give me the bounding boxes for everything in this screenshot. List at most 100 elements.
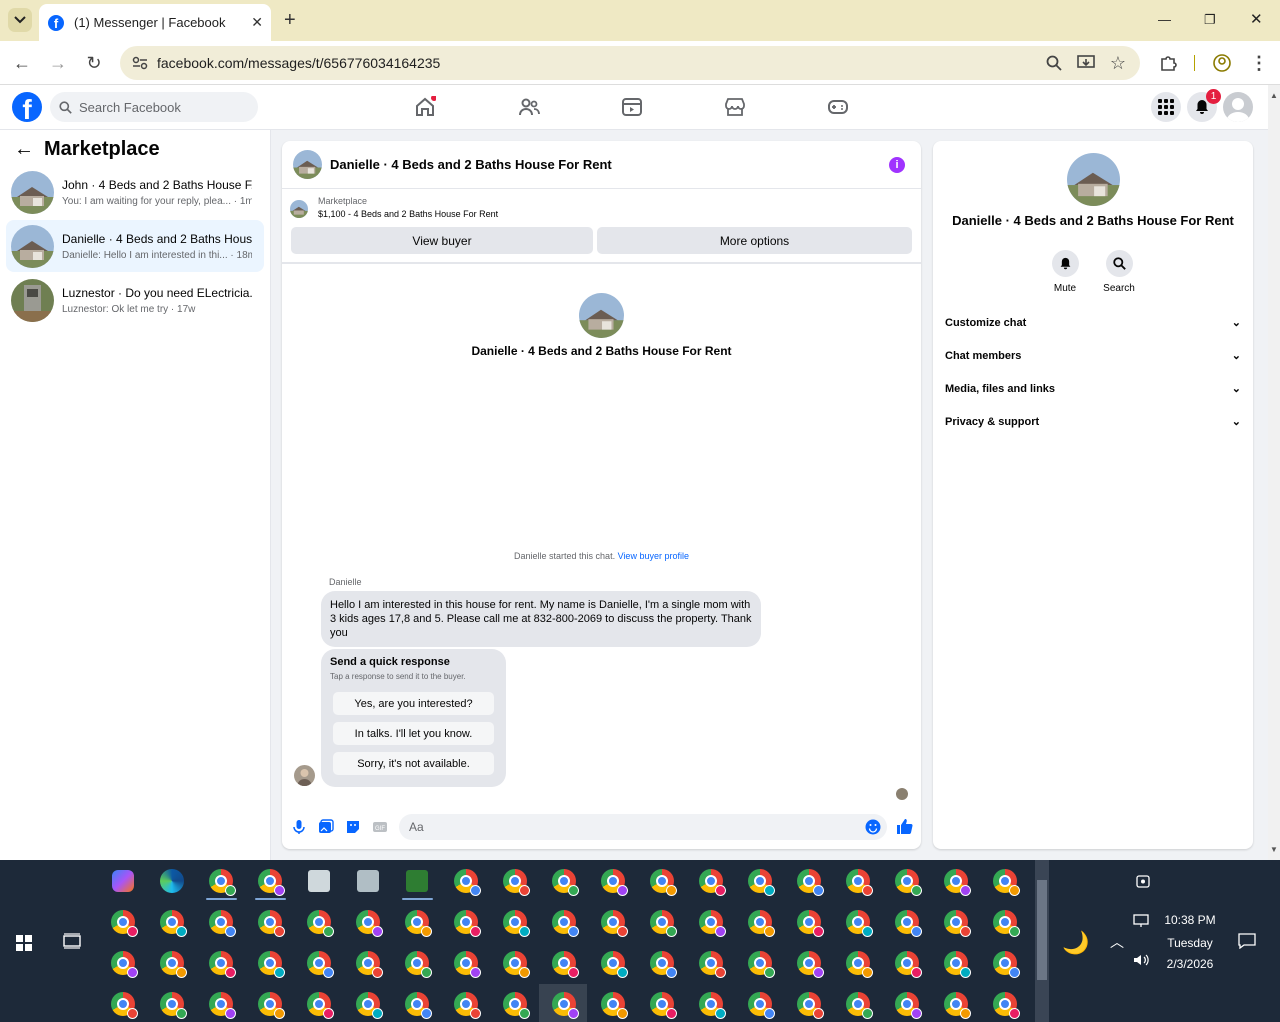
install-app-icon[interactable] <box>1076 53 1096 73</box>
chrome-profile-icon[interactable] <box>498 864 532 898</box>
show-hidden-icons-chevron[interactable]: ︿ <box>1110 932 1124 952</box>
notification-center-icon[interactable] <box>1238 933 1256 949</box>
emoji-icon[interactable] <box>865 819 881 835</box>
chrome-profile-icon[interactable] <box>351 987 385 1021</box>
conversation-item[interactable]: Luznestor · Do you need ELectricia... Luz… <box>6 274 264 326</box>
taskbar-scrollbar[interactable] <box>1035 860 1049 1022</box>
chrome-profile-icon[interactable] <box>155 987 189 1021</box>
chrome-profile-icon[interactable] <box>890 905 924 939</box>
chrome-profile-icon[interactable] <box>694 987 728 1021</box>
message-input[interactable]: Aa <box>399 814 887 840</box>
chrome-profile-icon[interactable] <box>596 987 630 1021</box>
new-tab-button[interactable]: + <box>284 9 296 32</box>
chrome-profile-icon[interactable] <box>939 905 973 939</box>
facebook-logo-icon[interactable]: f <box>12 92 42 122</box>
chrome-profile-icon[interactable] <box>204 864 238 898</box>
chrome-profile-icon[interactable] <box>253 905 287 939</box>
chrome-profile-icon[interactable] <box>596 905 630 939</box>
chrome-profile-icon[interactable] <box>449 946 483 980</box>
scroll-down-arrow[interactable]: ▼ <box>1270 845 1278 854</box>
privacy-support-section[interactable]: Privacy & support ⌄ <box>945 415 1241 429</box>
chrome-profile-icon[interactable] <box>841 987 875 1021</box>
view-buyer-profile-link[interactable]: View buyer profile <box>618 551 689 561</box>
chrome-profile-icon[interactable] <box>939 864 973 898</box>
marketplace-listing-banner[interactable]: Marketplace $1,100 - 4 Beds and 2 Baths … <box>290 196 498 219</box>
pinned-app-icon[interactable] <box>302 864 336 898</box>
chrome-profile-icon[interactable] <box>498 905 532 939</box>
zoom-icon[interactable] <box>1044 53 1064 73</box>
chrome-profile-icon[interactable] <box>351 946 385 980</box>
chrome-profile-icon[interactable] <box>449 864 483 898</box>
search-action[interactable]: Search <box>1094 250 1144 294</box>
chrome-profile-icon[interactable] <box>988 987 1022 1021</box>
chrome-profile-icon[interactable] <box>792 987 826 1021</box>
minimize-button[interactable]: — <box>1158 12 1171 27</box>
tab-search-button[interactable] <box>8 8 32 32</box>
facebook-search-input[interactable]: Search Facebook <box>50 92 258 122</box>
chrome-profile-icon[interactable] <box>498 946 532 980</box>
chrome-profile-icon[interactable] <box>302 987 336 1021</box>
friends-icon[interactable] <box>518 96 542 120</box>
menu-grid-icon[interactable] <box>1151 92 1181 122</box>
chrome-profile-icon[interactable] <box>841 864 875 898</box>
chrome-profile-icon[interactable] <box>645 946 679 980</box>
page-scrollbar[interactable]: ▲ ▼ <box>1268 85 1280 860</box>
chrome-profile-icon[interactable] <box>547 864 581 898</box>
chrome-profile-icon[interactable] <box>351 905 385 939</box>
microphone-icon[interactable] <box>291 819 307 835</box>
sticker-icon[interactable] <box>345 819 361 835</box>
gaming-icon[interactable] <box>827 96 851 120</box>
chrome-profile-icon[interactable] <box>645 905 679 939</box>
chrome-profile-icon[interactable] <box>694 864 728 898</box>
media-files-links-section[interactable]: Media, files and links ⌄ <box>945 382 1241 396</box>
clock-day[interactable]: Tuesday <box>1160 936 1220 950</box>
chrome-profile-icon[interactable] <box>449 987 483 1021</box>
close-window-button[interactable]: ✕ <box>1250 10 1263 28</box>
marketplace-icon[interactable] <box>724 96 748 120</box>
scroll-up-arrow[interactable]: ▲ <box>1270 91 1278 100</box>
extensions-icon[interactable] <box>1158 53 1178 73</box>
chrome-profile-icon[interactable] <box>498 987 532 1021</box>
site-info-icon[interactable] <box>132 56 148 70</box>
chrome-profile-icon[interactable] <box>645 864 679 898</box>
conversation-item[interactable]: John · 4 Beds and 2 Baths House F... You:… <box>6 166 264 218</box>
view-buyer-button[interactable]: View buyer <box>291 227 593 254</box>
chrome-profile-icon[interactable] <box>204 946 238 980</box>
chrome-profile-icon[interactable] <box>841 905 875 939</box>
chrome-profile-icon[interactable] <box>302 946 336 980</box>
chrome-profile-icon[interactable] <box>841 946 875 980</box>
clock-date[interactable]: 2/3/2026 <box>1160 957 1220 971</box>
photo-icon[interactable] <box>318 819 334 835</box>
bookmark-star-icon[interactable]: ☆ <box>1108 53 1128 73</box>
chrome-profile-icon[interactable] <box>645 987 679 1021</box>
chrome-profile-icon[interactable] <box>743 864 777 898</box>
chrome-profile-icon[interactable] <box>694 905 728 939</box>
forward-button[interactable]: → <box>46 51 70 75</box>
chat-members-section[interactable]: Chat members ⌄ <box>945 349 1241 363</box>
back-button[interactable]: ← <box>10 51 34 75</box>
night-light-icon[interactable]: 🌙 <box>1062 930 1089 956</box>
chrome-profile-icon[interactable] <box>988 905 1022 939</box>
chrome-profile-icon[interactable] <box>400 987 434 1021</box>
chrome-profile-icon[interactable] <box>596 946 630 980</box>
restore-button[interactable]: ❐ <box>1204 12 1216 28</box>
windows-start-icon[interactable] <box>16 935 32 951</box>
address-bar[interactable]: facebook.com/messages/t/656776034164235 <box>120 46 1140 80</box>
chrome-profile-icon[interactable] <box>743 905 777 939</box>
chrome-profile-icon[interactable] <box>792 864 826 898</box>
pinned-app-icon[interactable] <box>351 864 385 898</box>
chrome-profile-icon[interactable] <box>155 946 189 980</box>
menu-kebab-icon[interactable]: ⋮ <box>1249 53 1269 73</box>
chrome-profile-icon[interactable] <box>988 864 1022 898</box>
chrome-profile-icon[interactable] <box>547 905 581 939</box>
chrome-profile-icon[interactable] <box>106 987 140 1021</box>
edge-browser-icon[interactable] <box>155 864 189 898</box>
gif-icon[interactable]: GIF <box>372 819 388 835</box>
account-avatar[interactable] <box>1223 92 1253 122</box>
chrome-profile-icon[interactable] <box>939 946 973 980</box>
chrome-profile-icon[interactable] <box>106 946 140 980</box>
chrome-profile-icon[interactable] <box>792 946 826 980</box>
home-icon[interactable] <box>414 96 438 120</box>
profile-icon[interactable] <box>1212 53 1232 73</box>
clock-time[interactable]: 10:38 PM <box>1160 913 1220 927</box>
